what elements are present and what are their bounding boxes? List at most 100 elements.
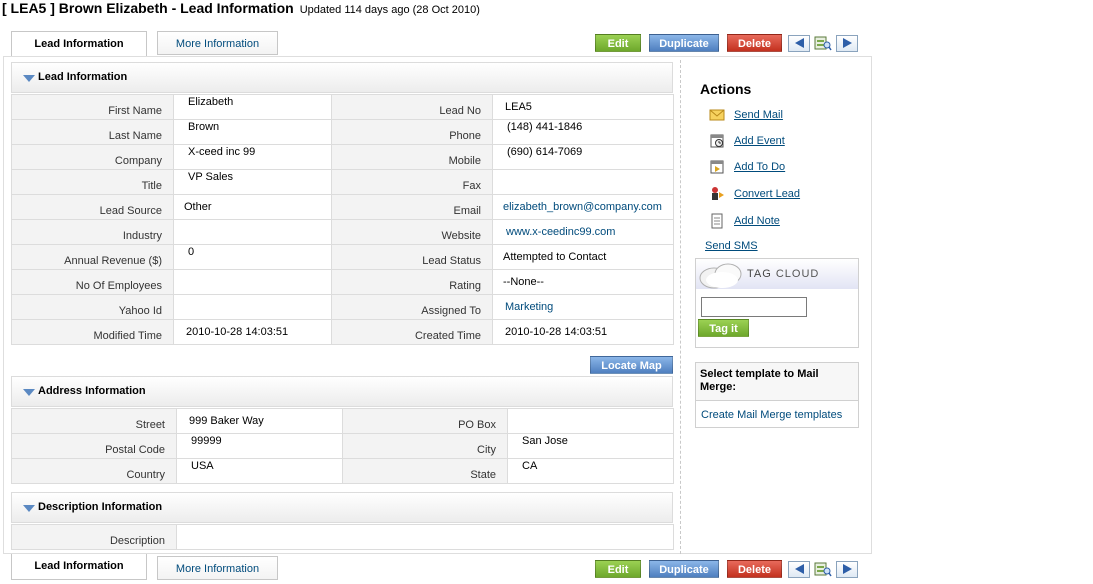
sidebar-divider [680, 60, 681, 554]
todo-icon [709, 159, 725, 175]
tag-cloud-title: TAG CLOUD [747, 268, 819, 280]
tab-lead-information[interactable]: Lead Information [11, 31, 147, 57]
page-title: [ LEA5 ] Brown Elizabeth - Lead Informat… [2, 0, 480, 16]
field-label: Yahoo Id [11, 294, 174, 320]
section-title: Address Information [38, 385, 146, 397]
field-label: Company [11, 144, 174, 170]
field-label: Description [11, 524, 177, 550]
table-row: Country USA State CA [11, 458, 674, 484]
state-value: CA [507, 458, 674, 484]
tag-word: TAG [747, 268, 772, 280]
cloud-word: CLOUD [775, 268, 820, 280]
company-value: X-ceed inc 99 [173, 144, 332, 170]
field-label: Lead No [331, 94, 493, 120]
field-label: Last Name [11, 119, 174, 145]
note-icon [709, 213, 725, 229]
mobile-value: (690) 614-7069 [492, 144, 674, 170]
mail-merge-heading: Select template to Mail Merge: [696, 363, 858, 401]
email-link[interactable]: elizabeth_brown@company.com [492, 194, 674, 220]
table-row: First Name Elizabeth Lead No LEA5 [11, 94, 674, 120]
street-value: 999 Baker Way [176, 408, 343, 434]
convert-lead-icon [709, 186, 725, 202]
table-row: Modified Time 2010-10-28 14:03:51 Created … [11, 319, 674, 345]
lead-status-value: Attempted to Contact [492, 244, 674, 270]
tag-it-button[interactable]: Tag it [698, 319, 749, 337]
table-row: Last Name Brown Phone (148) 441-1846 [11, 119, 674, 145]
delete-button[interactable]: Delete [727, 34, 782, 52]
convert-lead-link[interactable]: Convert Lead [734, 188, 800, 200]
add-event-link[interactable]: Add Event [734, 135, 785, 147]
send-sms-link[interactable]: Send SMS [705, 240, 758, 252]
bottom-toolbar: Edit Duplicate Delete [595, 560, 862, 578]
edit-button[interactable]: Edit [595, 34, 641, 52]
website-link[interactable]: www.x-ceedinc99.com [492, 219, 674, 245]
tab-lead-information[interactable]: Lead Information [11, 554, 147, 580]
lead-no-value: LEA5 [492, 94, 674, 120]
quick-search-icon[interactable] [814, 561, 832, 577]
duplicate-button[interactable]: Duplicate [649, 34, 719, 52]
field-label: Street [11, 408, 177, 434]
add-note-action[interactable]: Add Note [709, 213, 780, 229]
address-information-header[interactable]: Address Information [11, 376, 673, 407]
tag-input[interactable] [701, 297, 807, 317]
collapse-arrow-icon [23, 505, 35, 512]
field-label: PO Box [342, 408, 508, 434]
po-box-value [507, 408, 674, 434]
send-mail-action[interactable]: Send Mail [709, 107, 783, 123]
next-record-button[interactable] [836, 560, 858, 578]
send-mail-link[interactable]: Send Mail [734, 109, 783, 121]
field-label: Title [11, 169, 174, 195]
duplicate-button[interactable]: Duplicate [649, 560, 719, 578]
table-row: No Of Employees Rating --None-- [11, 269, 674, 295]
add-todo-action[interactable]: Add To Do [709, 159, 785, 175]
actions-title: Actions [700, 81, 752, 97]
add-event-action[interactable]: Add Event [709, 133, 785, 149]
top-tabs: Lead Information More Information [11, 31, 278, 57]
mail-icon [709, 107, 725, 123]
field-label: First Name [11, 94, 174, 120]
field-label: Lead Status [331, 244, 493, 270]
top-toolbar: Edit Duplicate Delete [595, 34, 862, 52]
arrow-right-icon [842, 564, 852, 574]
field-label: Annual Revenue ($) [11, 244, 174, 270]
locate-map-button[interactable]: Locate Map [590, 356, 673, 374]
section-title: Lead Information [38, 71, 128, 83]
first-name-value: Elizabeth [173, 94, 332, 120]
add-note-link[interactable]: Add Note [734, 215, 780, 227]
edit-button[interactable]: Edit [595, 560, 641, 578]
lead-information-table: First Name Elizabeth Lead No LEA5 Last Name… [11, 94, 674, 345]
country-value: USA [176, 458, 343, 484]
next-record-button[interactable] [836, 34, 858, 52]
event-icon [709, 133, 725, 149]
field-label: Fax [331, 169, 493, 195]
phone-value: (148) 441-1846 [492, 119, 674, 145]
employees-value [173, 269, 332, 295]
lead-information-header[interactable]: Lead Information [11, 62, 673, 93]
tag-cloud-box: TAG CLOUD Tag it [695, 258, 859, 348]
rating-value: --None-- [492, 269, 674, 295]
quick-search-icon[interactable] [814, 35, 832, 51]
table-row: Postal Code 99999 City San Jose [11, 433, 674, 459]
previous-record-button[interactable] [788, 34, 810, 52]
add-todo-link[interactable]: Add To Do [734, 161, 785, 173]
table-row: Annual Revenue ($) 0 Lead Status Attempted … [11, 244, 674, 270]
create-mail-merge-link[interactable]: Create Mail Merge templates [701, 409, 842, 421]
assigned-to-link[interactable]: Marketing [492, 294, 674, 320]
field-label: Industry [11, 219, 174, 245]
field-label: Modified Time [11, 319, 174, 345]
tab-more-information[interactable]: More Information [157, 556, 278, 580]
table-row: Company X-ceed inc 99 Mobile (690) 614-7069 [11, 144, 674, 170]
collapse-arrow-icon [23, 389, 35, 396]
arrow-left-icon [794, 38, 804, 48]
field-label: Postal Code [11, 433, 177, 459]
convert-lead-action[interactable]: Convert Lead [709, 186, 800, 202]
tab-more-information[interactable]: More Information [157, 31, 278, 55]
section-title: Description Information [38, 501, 163, 513]
field-label: Assigned To [331, 294, 493, 320]
arrow-right-icon [842, 38, 852, 48]
previous-record-button[interactable] [788, 560, 810, 578]
cloud-icon [698, 262, 744, 289]
description-information-header[interactable]: Description Information [11, 492, 673, 523]
delete-button[interactable]: Delete [727, 560, 782, 578]
table-row: Industry Website www.x-ceedinc99.com [11, 219, 674, 245]
